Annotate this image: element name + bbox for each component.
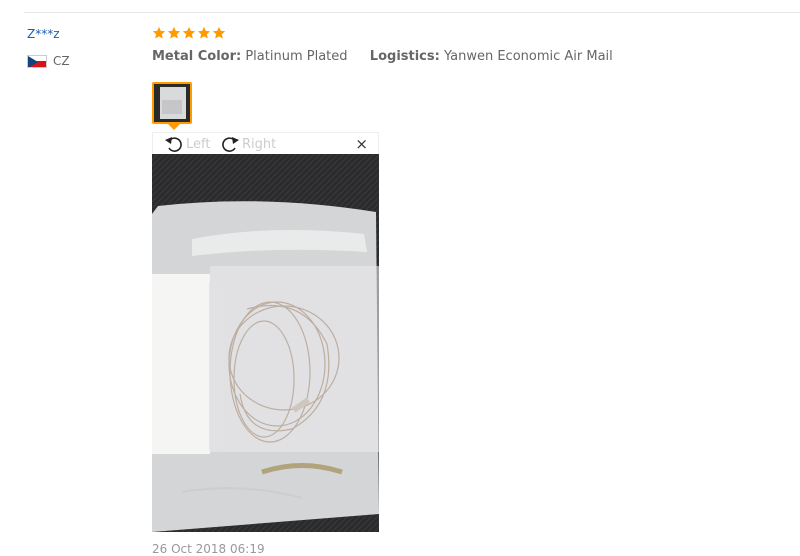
review-photo-image — [152, 154, 379, 532]
czech-flag-icon — [27, 54, 47, 68]
viewer-toolbar: Left Right × — [152, 132, 379, 154]
review-image-thumbnail[interactable] — [152, 82, 192, 124]
star-icon — [167, 26, 181, 39]
thumbnail-caret — [168, 124, 180, 130]
rotate-right-icon — [222, 137, 239, 152]
star-icon — [212, 26, 226, 39]
metal-color-value: Platinum Plated — [245, 49, 348, 64]
rotate-left-button[interactable]: Left — [163, 134, 210, 154]
rotate-right-button[interactable]: Right — [219, 134, 276, 154]
country-code: CZ — [53, 54, 70, 68]
star-icon — [197, 26, 211, 39]
review-photo — [152, 154, 379, 532]
rotate-left-icon — [165, 137, 182, 152]
logistics-label: Logistics: — [369, 49, 440, 64]
star-icon — [182, 26, 196, 39]
close-viewer-button[interactable]: × — [355, 136, 368, 152]
logistics-value: Yanwen Economic Air Mail — [443, 49, 613, 64]
reviewer-name[interactable]: Z***z — [27, 27, 60, 41]
star-icon — [152, 26, 166, 39]
review-attributes: Metal Color: Platinum Plated Logistics: … — [152, 49, 613, 64]
top-divider — [24, 12, 800, 13]
reviewer-country: CZ — [27, 53, 70, 69]
rotate-left-label: Left — [186, 136, 211, 152]
rotate-right-label: Right — [242, 136, 277, 152]
metal-color-label: Metal Color: — [152, 49, 242, 64]
star-rating — [152, 26, 226, 40]
image-viewer: Left Right × — [152, 132, 379, 532]
